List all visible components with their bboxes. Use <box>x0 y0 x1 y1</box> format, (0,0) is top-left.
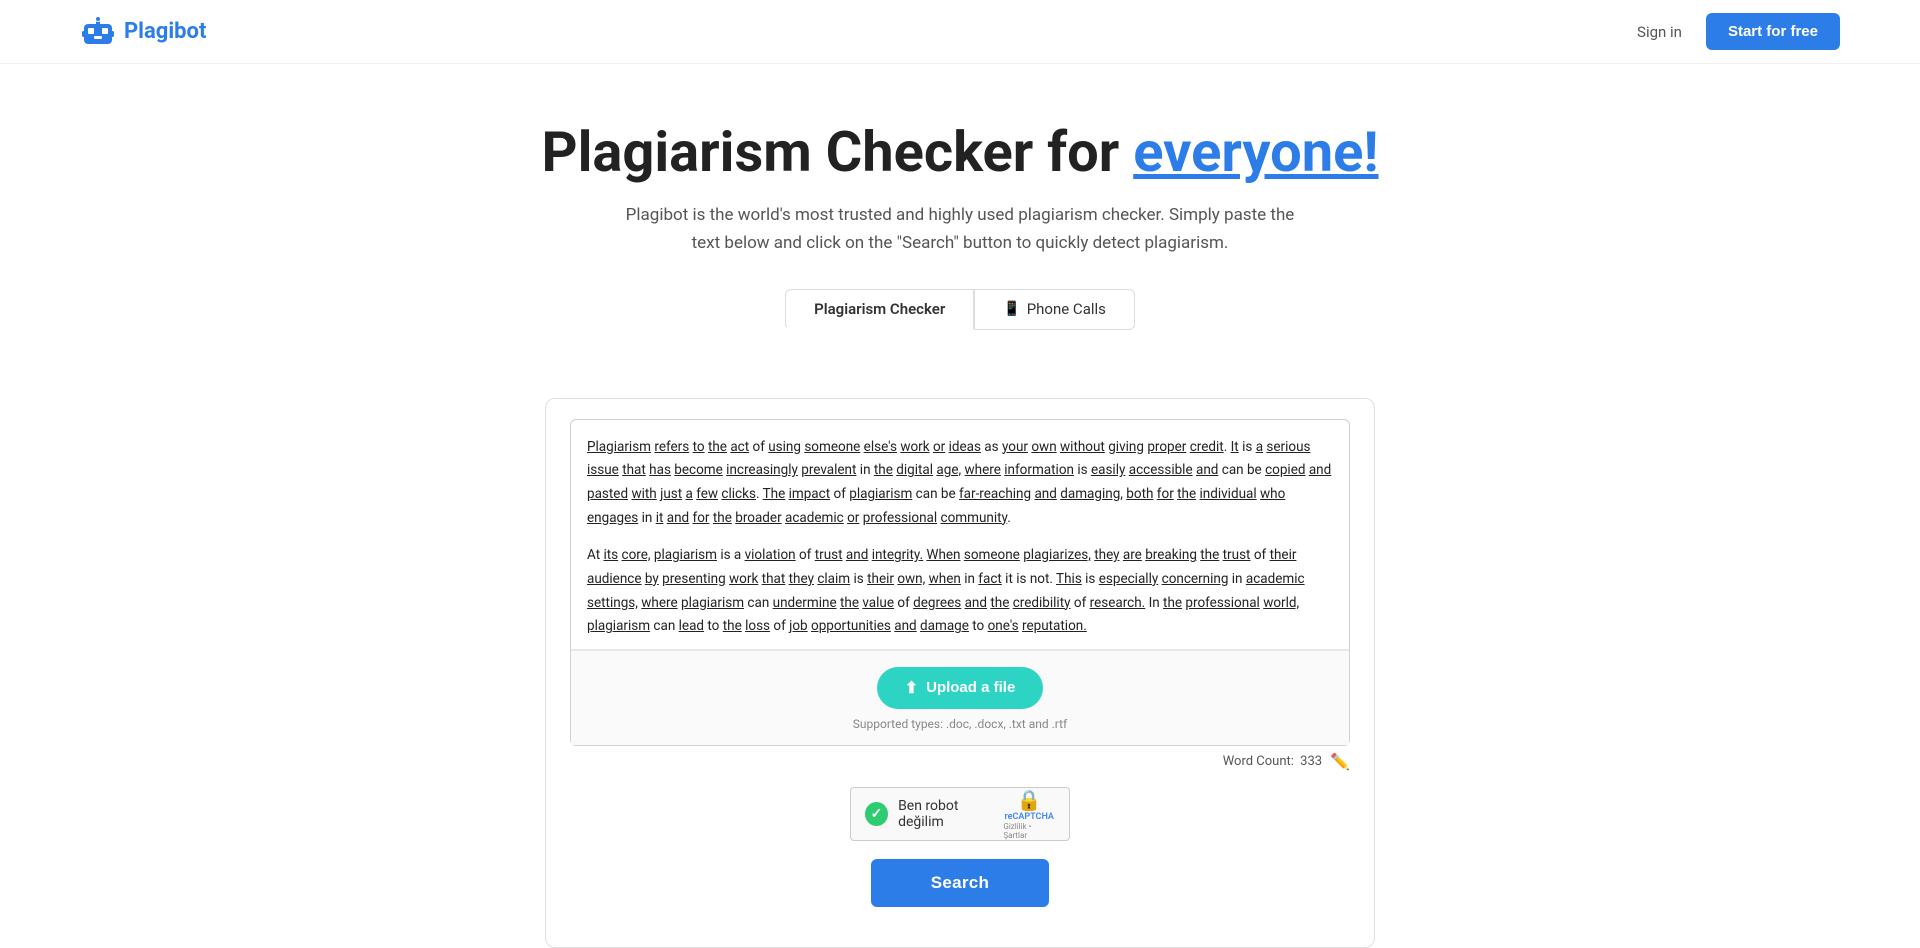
supported-types-label: Supported types: .doc, .docx, .txt and .… <box>853 717 1067 731</box>
text-paragraph-2: At its core, plagiarism is a violation o… <box>587 544 1333 639</box>
recaptcha-logo-icon: 🔒 <box>1017 788 1042 812</box>
start-free-button[interactable]: Start for free <box>1706 13 1840 50</box>
upload-icon: ⬆ <box>905 678 918 698</box>
checker-main-area: Plagiarism refers to the act of using so… <box>545 398 1375 948</box>
word-count-row: Word Count: 333 ✏️ <box>570 752 1350 771</box>
upload-section: ⬆ Upload a file Supported types: .doc, .… <box>571 650 1349 745</box>
hero-section: Plagiarism Checker for everyone! Plagibo… <box>0 64 1920 370</box>
recaptcha-label: Ben robot değilim <box>898 798 1003 830</box>
edit-icon[interactable]: ✏️ <box>1330 752 1350 771</box>
header-nav: Sign in Start for free <box>1637 13 1840 50</box>
recaptcha-branding: 🔒 reCAPTCHA Gizlilik • Şartlar <box>1003 788 1055 840</box>
search-button[interactable]: Search <box>871 859 1050 907</box>
recaptcha-logo-text: reCAPTCHA <box>1004 812 1053 822</box>
phone-icon: 📱 <box>1003 301 1020 317</box>
hero-title: Plagiarism Checker for everyone! <box>20 120 1900 184</box>
recaptcha-wrapper: ✓ Ben robot değilim 🔒 reCAPTCHA Gizlilik… <box>570 787 1350 841</box>
brand-name: Plagibot <box>124 19 206 44</box>
hero-title-prefix: Plagiarism Checker for <box>541 119 1133 185</box>
recaptcha-checkmark: ✓ <box>865 802 888 826</box>
search-btn-wrapper: Search <box>570 859 1350 927</box>
header: Plagibot Sign in Start for free <box>0 0 1920 64</box>
tabs-container: Plagiarism Checker 📱 Phone Calls <box>20 289 1900 330</box>
recaptcha-footer: Gizlilik • Şartlar <box>1003 822 1055 840</box>
upload-file-button[interactable]: ⬆ Upload a file <box>877 667 1044 709</box>
logo-area: Plagibot <box>80 14 206 50</box>
tab-phone-calls[interactable]: 📱 Phone Calls <box>974 289 1135 330</box>
text-paragraph-1: Plagiarism refers to the act of using so… <box>587 436 1333 531</box>
word-count-label: Word Count: 333 <box>1223 754 1322 769</box>
recaptcha-box[interactable]: ✓ Ben robot değilim 🔒 reCAPTCHA Gizlilik… <box>850 787 1070 841</box>
text-area-wrapper: Plagiarism refers to the act of using so… <box>570 419 1350 746</box>
hero-subtitle: Plagibot is the world's most trusted and… <box>620 202 1300 256</box>
hero-title-highlight: everyone! <box>1133 119 1378 185</box>
tab-plagiarism-checker[interactable]: Plagiarism Checker <box>785 289 974 330</box>
sign-in-link[interactable]: Sign in <box>1637 23 1682 41</box>
recaptcha-left: ✓ Ben robot değilim <box>865 798 1003 830</box>
logo-icon <box>80 14 116 50</box>
text-content-display[interactable]: Plagiarism refers to the act of using so… <box>571 420 1349 650</box>
